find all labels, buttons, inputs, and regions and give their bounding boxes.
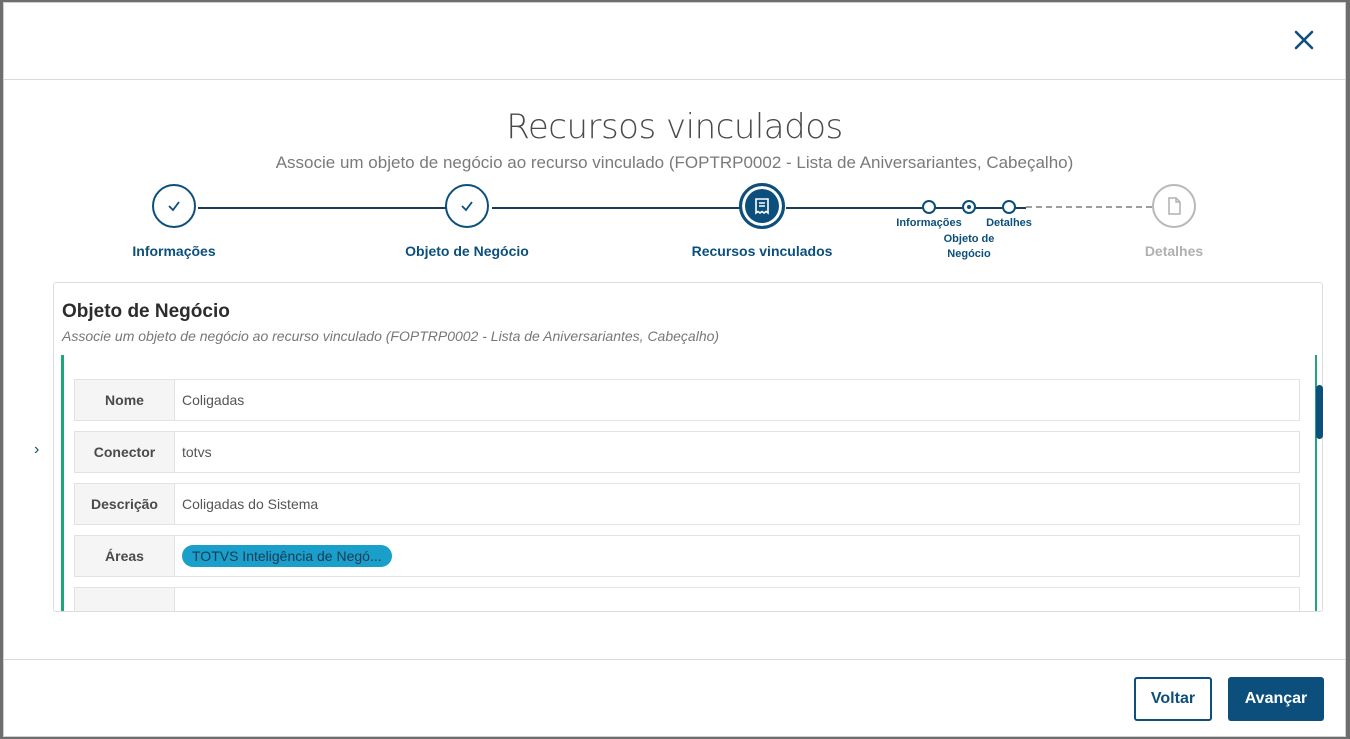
step-2-circle[interactable] bbox=[445, 184, 489, 228]
field-row-name: Nome Coligadas bbox=[74, 379, 1300, 421]
step-connector bbox=[492, 207, 740, 209]
panel-title: Objeto de Negócio bbox=[62, 301, 230, 322]
substep-3-dot[interactable] bbox=[1002, 200, 1016, 214]
field-label: Descrição bbox=[75, 484, 175, 524]
step-3-circle[interactable] bbox=[739, 183, 785, 229]
close-icon[interactable] bbox=[1291, 27, 1317, 53]
next-button[interactable]: Avançar bbox=[1228, 677, 1324, 721]
modal-footer-divider bbox=[4, 659, 1345, 660]
field-label: Áreas bbox=[75, 536, 175, 576]
step-3-label: Recursos vinculados bbox=[691, 243, 833, 259]
step-connector bbox=[198, 207, 446, 209]
step-connector-pending bbox=[1026, 206, 1152, 208]
field-label: Conector bbox=[75, 432, 175, 472]
details-scroll-area[interactable]: Nome Coligadas Conector totvs Descrição … bbox=[61, 355, 1317, 611]
substep-2-label: Objeto de Negócio bbox=[943, 233, 995, 260]
page-subtitle: Associe um objeto de negócio ao recurso … bbox=[275, 153, 1074, 172]
step-4-label: Detalhes bbox=[1144, 243, 1204, 259]
field-value: Coligadas do Sistema bbox=[182, 496, 319, 512]
modal-dialog: Recursos vinculados Associe um objeto de… bbox=[3, 2, 1346, 737]
substep-3-label: Detalhes bbox=[986, 217, 1032, 229]
back-button[interactable]: Voltar bbox=[1134, 677, 1212, 721]
field-value: TOTVS Inteligência de Negó... bbox=[182, 536, 392, 576]
chevron-right-icon[interactable]: › bbox=[34, 441, 39, 459]
field-label: Nome bbox=[75, 380, 175, 420]
check-icon bbox=[168, 201, 180, 212]
scrollbar-thumb[interactable] bbox=[1316, 385, 1323, 439]
field-value: totvs bbox=[182, 444, 212, 460]
panel-subtitle: Associe um objeto de negócio ao recurso … bbox=[62, 328, 720, 344]
page-title: Recursos vinculados bbox=[506, 107, 843, 147]
document-icon bbox=[1168, 197, 1181, 215]
check-icon bbox=[461, 201, 473, 212]
step-1-label: Informações bbox=[132, 243, 216, 259]
receipt-icon bbox=[755, 198, 769, 215]
field-label bbox=[75, 588, 175, 611]
modal-header bbox=[4, 3, 1345, 80]
stepper: Informações Objeto de Negócio Recursos v… bbox=[4, 173, 1345, 273]
substep-2-dot[interactable] bbox=[962, 200, 976, 214]
field-row-areas: Áreas TOTVS Inteligência de Negó... bbox=[74, 535, 1300, 577]
step-1-circle[interactable] bbox=[152, 184, 196, 228]
step-connector bbox=[786, 207, 1026, 209]
field-row-connector: Conector totvs bbox=[74, 431, 1300, 473]
area-tag[interactable]: TOTVS Inteligência de Negó... bbox=[182, 545, 392, 567]
field-value: Coligadas bbox=[182, 392, 245, 408]
substep-1-dot[interactable] bbox=[922, 200, 936, 214]
step-4-circle bbox=[1152, 184, 1196, 228]
step-2-label: Objeto de Negócio bbox=[405, 243, 529, 259]
substep-1-label: Informações bbox=[896, 217, 962, 229]
field-row-description: Descrição Coligadas do Sistema bbox=[74, 483, 1300, 525]
field-row-partial bbox=[74, 587, 1300, 611]
business-object-panel: Objeto de Negócio Associe um objeto de n… bbox=[53, 282, 1323, 612]
